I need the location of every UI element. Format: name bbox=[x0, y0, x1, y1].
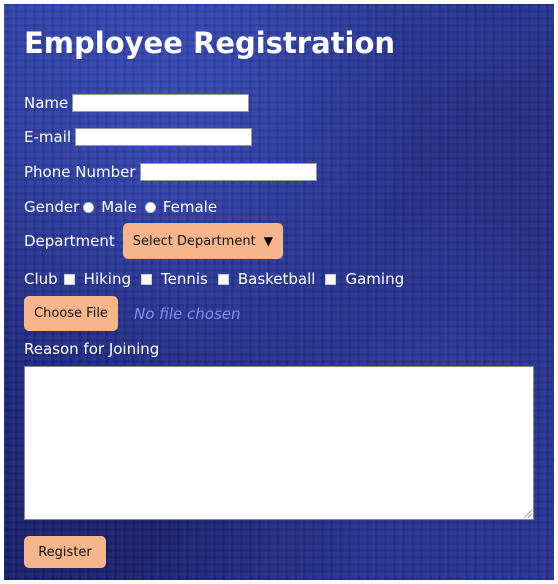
email-input[interactable] bbox=[75, 128, 253, 146]
club-hiking-label: Hiking bbox=[83, 270, 132, 288]
name-label: Name bbox=[24, 94, 69, 112]
name-input[interactable] bbox=[72, 94, 250, 112]
club-gaming-checkbox[interactable] bbox=[325, 273, 337, 285]
department-select-value: Select Department bbox=[132, 233, 256, 249]
department-label: Department bbox=[24, 232, 115, 250]
reason-textarea[interactable] bbox=[24, 366, 534, 520]
club-basketball-label: Basketball bbox=[237, 270, 316, 288]
department-select[interactable]: Select Department ▼ bbox=[122, 223, 283, 259]
gender-label: Gender bbox=[24, 198, 80, 216]
reason-row: Reason for Joining bbox=[24, 340, 159, 358]
gender-male-radio[interactable] bbox=[83, 201, 95, 213]
phone-row: Phone Number bbox=[24, 163, 317, 181]
register-button[interactable]: Register bbox=[24, 536, 106, 568]
choose-file-button[interactable]: Choose File bbox=[24, 296, 118, 331]
phone-label: Phone Number bbox=[24, 163, 136, 181]
registration-panel: Employee Registration Name E-mail Phone … bbox=[4, 4, 554, 580]
reason-label: Reason for Joining bbox=[24, 340, 160, 358]
club-gaming-label: Gaming bbox=[345, 270, 405, 288]
email-label: E-mail bbox=[24, 128, 72, 146]
phone-input[interactable] bbox=[139, 163, 317, 181]
club-hiking-checkbox[interactable] bbox=[63, 273, 75, 285]
gender-female-radio[interactable] bbox=[144, 201, 156, 213]
caret-down-icon: ▼ bbox=[263, 234, 273, 248]
club-row: Club Hiking Tennis Basketball Gaming bbox=[24, 270, 408, 288]
department-row: Department Select Department ▼ bbox=[24, 223, 283, 259]
gender-male-label: Male bbox=[101, 198, 137, 216]
register-row: Register bbox=[24, 536, 106, 568]
club-tennis-label: Tennis bbox=[161, 270, 208, 288]
name-row: Name bbox=[24, 94, 250, 112]
gender-female-label: Female bbox=[162, 198, 218, 216]
file-status-text: No file chosen bbox=[134, 304, 241, 323]
gender-row: Gender Male Female bbox=[24, 198, 221, 216]
page-title: Employee Registration bbox=[24, 26, 396, 60]
club-basketball-checkbox[interactable] bbox=[217, 273, 229, 285]
email-row: E-mail bbox=[24, 128, 253, 146]
file-row: Choose File No file chosen bbox=[24, 296, 241, 331]
resize-grip-icon[interactable] bbox=[524, 510, 532, 518]
club-tennis-checkbox[interactable] bbox=[141, 273, 153, 285]
club-label: Club bbox=[24, 270, 58, 288]
